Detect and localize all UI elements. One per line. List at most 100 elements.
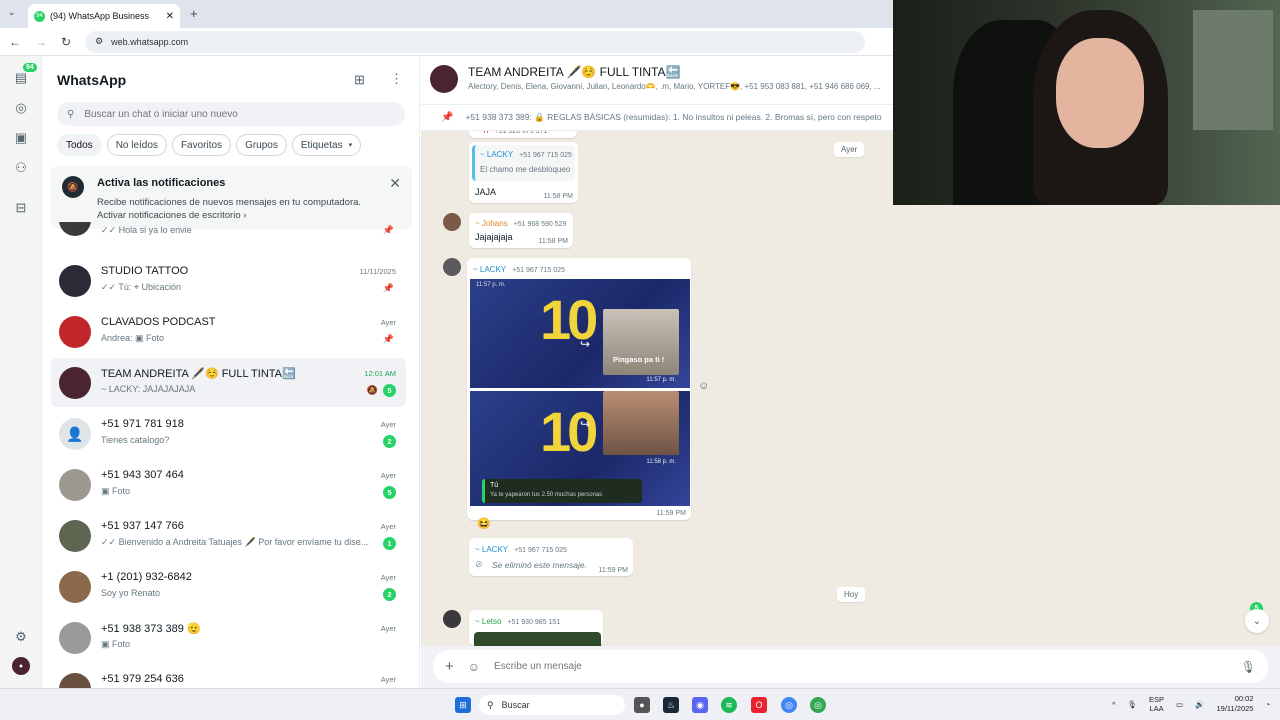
sticker-icon[interactable]: ☺ — [468, 660, 480, 674]
message-bubble[interactable]: ~ LACKY +51 967 715 025 El chamo me desbl… — [469, 142, 578, 203]
avatar — [59, 520, 91, 552]
close-icon[interactable]: ✕ — [389, 175, 401, 192]
tray-overflow-icon[interactable]: ^ — [1112, 700, 1116, 709]
quoted-message[interactable]: Tú Ya te yapearon tus 2.50 muchas person… — [482, 479, 642, 503]
chat-preview: ▣ Foto — [101, 486, 131, 496]
network-icon[interactable]: ▭ — [1176, 700, 1183, 709]
settings-icon[interactable]: ⚙ — [12, 628, 30, 646]
filter-grupos[interactable]: Grupos — [236, 134, 287, 156]
quoted-sender: ~ LACKY +51 967 715 025 — [480, 150, 572, 159]
opera-icon[interactable]: O — [751, 697, 767, 713]
chat-name: +51 943 307 464 — [101, 469, 184, 481]
back-icon[interactable]: ← — [9, 35, 21, 49]
dropdown-caret-icon: ▾ — [348, 142, 353, 149]
scroll-down-icon[interactable]: ⌄ — [1245, 609, 1269, 633]
forward-icon[interactable]: ↪ — [580, 417, 590, 431]
quoted-text: El chamo me desbloqueo — [480, 165, 571, 174]
sender-phone: +51 930 985 151 — [507, 619, 561, 626]
browser-tab[interactable]: 94 (94) WhatsApp Business ✕ — [28, 4, 180, 28]
chat-row[interactable]: +51 937 147 766 ✓✓ Bienvenido a Andreita … — [51, 511, 406, 560]
notifications-icon[interactable]: ◔ — [1265, 700, 1270, 709]
chat-row[interactable]: ✓✓ Hola si ya lo envie 📌 — [51, 222, 406, 242]
chrome-active-icon[interactable]: ◎ — [810, 697, 826, 713]
chat-row[interactable]: CLAVADOS PODCAST Andrea: ▣ Foto Ayer 📌 — [51, 307, 406, 356]
obs-icon[interactable]: ● — [634, 697, 650, 713]
volume-icon[interactable]: 🔊 — [1195, 700, 1204, 709]
filter-no-leidos[interactable]: No leídos — [106, 134, 167, 156]
emoji-react-icon[interactable]: ☺ — [698, 380, 709, 392]
reload-icon[interactable]: ↻ — [61, 35, 71, 49]
channels-icon[interactable]: ▣ — [12, 129, 30, 147]
chat-row[interactable]: +51 938 373 389 🫡 ▣ Foto Ayer — [51, 613, 406, 662]
message-box[interactable]: + ☺ 🎙 — [433, 650, 1268, 683]
taskbar-search[interactable]: ⚲ Buscar — [479, 695, 625, 715]
chrome-icon[interactable]: ◎ — [781, 697, 797, 713]
discord-icon[interactable]: ◉ — [692, 697, 708, 713]
site-info-icon[interactable]: ⚙ — [95, 36, 103, 47]
language-indicator[interactable]: ESP LAA — [1149, 695, 1164, 713]
bell-off-icon: 🔕 — [62, 176, 84, 198]
image-attachment[interactable]: 10 11:57 p. m. Pingaso pa ti ! ↪ 11:57 p… — [470, 279, 690, 388]
forward-icon[interactable]: ↪ — [580, 337, 590, 351]
message-time: 11:59 PM — [656, 510, 686, 517]
new-tab-icon[interactable]: + — [190, 6, 198, 21]
search-input[interactable] — [84, 108, 385, 120]
taskbar: ⊞ ⚲ Buscar ● ♨ ◉ ≋ O ◎ ◎ ^ 🎙 ESP LAA ▭ 🔊 … — [0, 688, 1280, 720]
filter-favoritos[interactable]: Favoritos — [171, 134, 232, 156]
message-bubble[interactable]: ~ Letso +51 930 985 151 — [469, 610, 603, 646]
avatar[interactable] — [443, 213, 461, 231]
enable-notifications-link[interactable]: Activar notificaciones de escritorio › — [97, 210, 246, 221]
url-field[interactable]: ⚙ web.whatsapp.com — [85, 30, 866, 53]
tab-list-chevron-icon[interactable]: ⌄ — [8, 7, 16, 18]
pin-icon: 📌 — [382, 225, 394, 235]
status-icon[interactable]: ◎ — [12, 99, 30, 117]
chat-row[interactable]: 👤 +51 971 781 918 Tienes catalogo? Ayer 2 — [51, 409, 406, 458]
profile-avatar[interactable]: ● — [12, 657, 30, 675]
microphone-icon[interactable]: 🎙 — [1241, 660, 1256, 674]
chat-header[interactable]: TEAM ANDREITA 🖋️☺️ FULL TINTA🔙 Alectory,… — [421, 56, 893, 105]
chat-row[interactable]: +51 943 307 464 ▣ Foto Ayer 5 — [51, 460, 406, 509]
menu-icon[interactable]: ⋮ — [390, 71, 403, 87]
chat-row[interactable]: +1 (201) 932-6842 Soy yo Renato Ayer 2 — [51, 562, 406, 611]
image-caption: Pingaso pa ti ! — [613, 355, 665, 364]
filter-todos[interactable]: Todos — [57, 134, 102, 156]
message-bubble[interactable]: ~ LACKY +51 967 715 025 10 11:57 p. m. Pi… — [467, 258, 691, 520]
attach-plus-icon[interactable]: + — [445, 658, 454, 675]
mic-tray-icon[interactable]: 🎙 — [1128, 700, 1138, 709]
message-bubble[interactable]: ~ Johans +51 968 590 529 Jajajajaja 11:58… — [469, 213, 573, 248]
chat-row[interactable]: TEAM ANDREITA 🖋️☺️ FULL TINTA🔙 ~ LACKY: J… — [51, 358, 406, 407]
clock[interactable]: 00:02 19/11/2025 — [1216, 694, 1253, 714]
chat-preview: ~ LACKY: JAJAJAJAJA — [101, 384, 196, 394]
forward-icon[interactable]: → — [35, 35, 47, 49]
tab-close-icon[interactable]: ✕ — [166, 11, 174, 22]
chat-time: Ayer — [380, 420, 396, 429]
tools-icon[interactable]: ⊟ — [12, 199, 30, 217]
image-attachment[interactable]: 10 ↪ 11:58 p. m. Tú Ya te yapearon tus 2… — [470, 391, 690, 506]
message-bubble[interactable]: ~ LACKY +51 967 715 025 ⊘ Se eliminó este… — [469, 538, 633, 576]
jersey-number: 10 — [540, 400, 598, 463]
group-avatar[interactable] — [430, 65, 458, 93]
whatsapp-favicon-icon: 94 — [34, 10, 45, 22]
pinned-message-bar[interactable]: 📌 +51 938 373 389: 🔒 REGLAS BÁSICAS (res… — [421, 105, 893, 131]
date-divider-ayer: Ayer — [834, 142, 865, 157]
search-bar[interactable]: ⚲ — [57, 102, 405, 126]
image-attachment[interactable] — [474, 632, 601, 646]
new-chat-icon[interactable]: ⊞ — [354, 72, 365, 88]
avatar[interactable] — [443, 610, 461, 628]
start-icon[interactable]: ⊞ — [455, 697, 471, 713]
message-input[interactable] — [494, 661, 1195, 672]
image-time: 11:57 p. m. — [646, 377, 676, 383]
chat-row[interactable]: STUDIO TATTOO ✓✓ Tú: ⌖ Ubicación 11/11/202… — [51, 256, 406, 305]
avatar[interactable] — [443, 258, 461, 276]
quoted-message[interactable]: ~ LACKY +51 967 715 025 El chamo me desbl… — [472, 145, 575, 181]
filter-etiquetas-label: Etiquetas — [300, 139, 343, 151]
chat-name: +51 979 254 636 — [101, 673, 184, 685]
sender-phone: +51 967 715 025 — [514, 547, 567, 554]
reaction-emoji[interactable]: 😆 — [477, 517, 491, 530]
webcam-overlay — [893, 0, 1280, 205]
communities-icon[interactable]: ⚇ — [12, 159, 30, 177]
unread-count-badge: 5 — [383, 486, 396, 499]
filter-etiquetas[interactable]: Etiquetas ▾ — [291, 134, 362, 156]
spotify-icon[interactable]: ≋ — [721, 697, 737, 713]
steam-icon[interactable]: ♨ — [663, 697, 679, 713]
